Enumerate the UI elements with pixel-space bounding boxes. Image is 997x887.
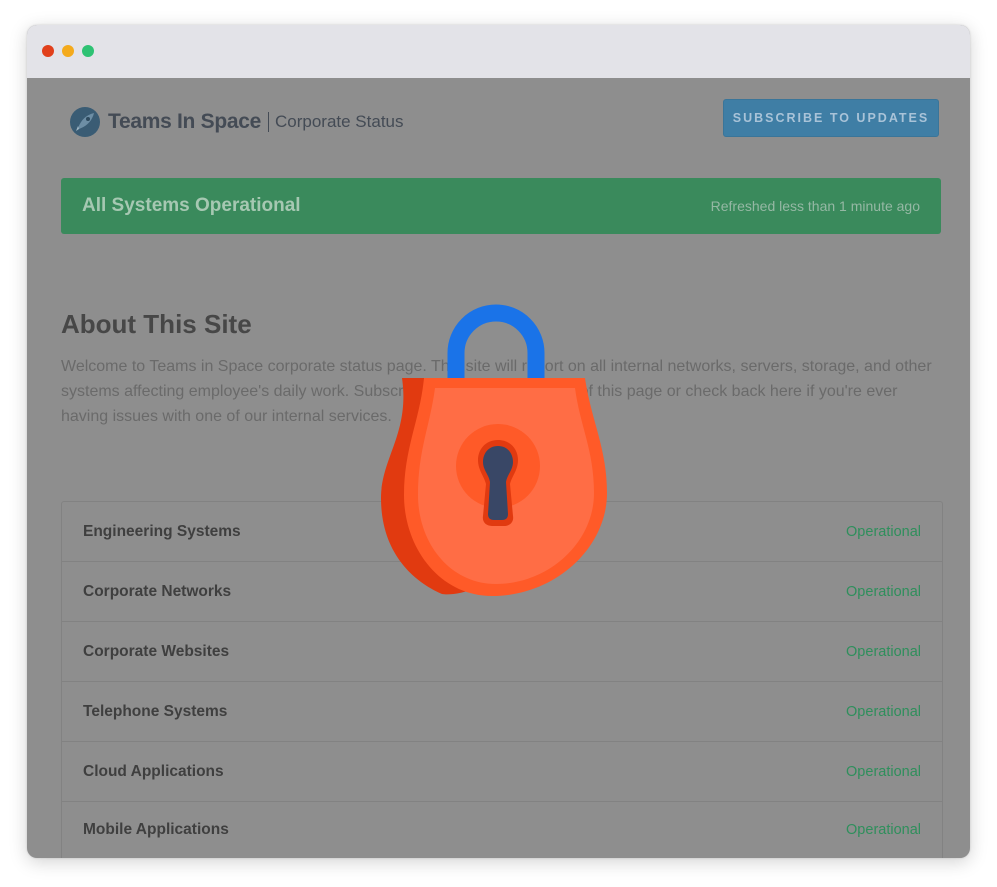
component-status: Operational [846, 643, 921, 660]
component-row-telephone-systems[interactable]: Telephone Systems Operational [62, 682, 942, 742]
window-titlebar [27, 25, 970, 78]
brand-divider [267, 112, 269, 132]
about-title: About This Site [61, 309, 252, 339]
rocket-logo-icon [70, 107, 100, 137]
maximize-window-button[interactable] [82, 45, 94, 57]
component-name: Mobile Applications [83, 821, 229, 838]
component-status: Operational [846, 583, 921, 600]
close-window-button[interactable] [42, 45, 54, 57]
component-status: Operational [846, 822, 921, 838]
component-name: Cloud Applications [83, 762, 224, 780]
brand-name: Teams In Space [108, 110, 261, 133]
refreshed-time: Refreshed less than 1 minute ago [710, 198, 920, 214]
component-status: Operational [846, 763, 921, 780]
component-status: Operational [846, 523, 921, 540]
component-row-corporate-websites[interactable]: Corporate Websites Operational [62, 622, 942, 682]
component-name: Telephone Systems [83, 702, 228, 720]
minimize-window-button[interactable] [62, 45, 74, 57]
component-row-mobile-applications[interactable]: Mobile Applications Operational [62, 802, 942, 858]
component-name: Engineering Systems [83, 522, 241, 540]
status-banner: All Systems Operational Refreshed less t… [61, 178, 941, 234]
component-status: Operational [846, 703, 921, 720]
padlock-shackle [447, 304, 545, 380]
padlock-icon [381, 304, 607, 596]
component-row-cloud-applications[interactable]: Cloud Applications Operational [62, 742, 942, 802]
component-name: Corporate Networks [83, 582, 232, 600]
site-logo[interactable]: Teams In Space Corporate Status [69, 106, 404, 138]
brand-subtitle: Corporate Status [274, 112, 404, 131]
component-name: Corporate Websites [83, 642, 230, 660]
status-banner-title: All Systems Operational [82, 195, 301, 216]
subscribe-button[interactable]: SUBSCRIBE TO UPDATES [723, 99, 939, 137]
